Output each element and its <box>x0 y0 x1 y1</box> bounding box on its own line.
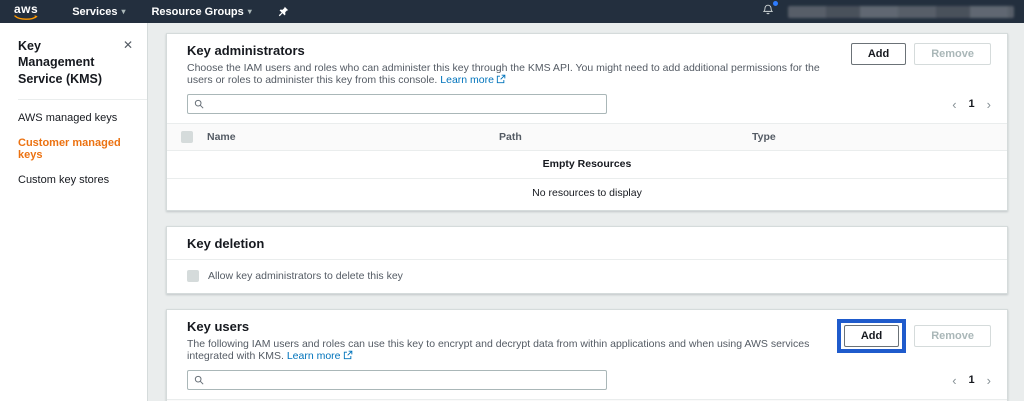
page-next-icon[interactable]: › <box>987 373 991 388</box>
administrators-search-box[interactable] <box>187 94 607 114</box>
sidebar-item-customer-managed-keys[interactable]: Customer managed keys <box>18 137 147 161</box>
key-users-description-text: The following IAM users and roles can us… <box>187 338 809 362</box>
nav-services-menu[interactable]: Services ▾ <box>72 6 125 18</box>
pinned-shortcut-icon[interactable] <box>278 6 289 17</box>
allow-delete-checkbox[interactable] <box>187 270 199 282</box>
allow-delete-label: Allow key administrators to delete this … <box>208 270 403 282</box>
add-button-highlight-annotation: Add <box>837 319 906 353</box>
key-deletion-card: Key deletion Allow key administrators to… <box>166 226 1008 294</box>
key-administrators-head-text: Key administrators Choose the IAM users … <box>187 43 839 87</box>
key-users-card: Key users The following IAM users and ro… <box>166 309 1008 401</box>
account-name-redacted[interactable] <box>788 6 1014 18</box>
add-users-button[interactable]: Add <box>844 325 899 347</box>
nav-resource-groups-label: Resource Groups <box>151 6 243 18</box>
remove-users-button: Remove <box>914 325 991 347</box>
nav-right-group <box>762 3 1014 21</box>
pushpin-icon <box>278 6 289 17</box>
main-content: Key administrators Choose the IAM users … <box>148 23 1024 401</box>
administrators-search-input[interactable] <box>209 98 600 110</box>
users-pagination: ‹ 1 › <box>952 373 991 388</box>
empty-resources-title: Empty Resources <box>167 151 1007 179</box>
key-users-title: Key users <box>187 319 825 334</box>
search-icon <box>194 99 204 109</box>
sidebar-title: Key Management Service (KMS) <box>18 38 114 87</box>
search-icon <box>194 375 204 385</box>
users-search-box[interactable] <box>187 370 607 390</box>
users-page-number[interactable]: 1 <box>969 374 975 386</box>
chevron-down-icon: ▾ <box>121 7 125 16</box>
add-administrators-button[interactable]: Add <box>851 43 906 65</box>
learn-more-link[interactable]: Learn more <box>287 350 341 362</box>
page-next-icon[interactable]: › <box>987 97 991 112</box>
nav-services-label: Services <box>72 6 117 18</box>
sidebar-divider <box>18 99 147 100</box>
kms-sidebar: Key Management Service (KMS) ✕ AWS manag… <box>0 23 148 401</box>
notification-badge <box>773 1 778 6</box>
empty-resources-subtitle: No resources to display <box>167 179 1007 210</box>
administrators-table: Name Path Type Empty Resources No resour… <box>167 123 1007 210</box>
column-header-name: Name <box>207 131 499 143</box>
select-all-checkbox <box>181 131 193 143</box>
column-header-path: Path <box>499 131 752 143</box>
sidebar-item-aws-managed-keys[interactable]: AWS managed keys <box>18 112 147 124</box>
external-link-icon <box>496 74 506 87</box>
remove-administrators-button: Remove <box>914 43 991 65</box>
aws-logo[interactable]: aws <box>14 3 38 21</box>
sidebar-item-custom-key-stores[interactable]: Custom key stores <box>18 174 147 186</box>
chevron-down-icon: ▾ <box>248 7 252 16</box>
page-prev-icon[interactable]: ‹ <box>952 373 956 388</box>
key-administrators-description: Choose the IAM users and roles who can a… <box>187 62 839 87</box>
administrators-page-number[interactable]: 1 <box>969 98 975 110</box>
close-icon[interactable]: ✕ <box>123 38 133 52</box>
key-administrators-title: Key administrators <box>187 43 839 58</box>
key-administrators-card: Key administrators Choose the IAM users … <box>166 33 1008 211</box>
aws-smile-icon <box>14 15 38 21</box>
external-link-icon <box>343 350 353 363</box>
key-users-head-text: Key users The following IAM users and ro… <box>187 319 825 363</box>
nav-resource-groups-menu[interactable]: Resource Groups ▾ <box>151 6 251 18</box>
administrators-pagination: ‹ 1 › <box>952 97 991 112</box>
top-navigation-bar: aws Services ▾ Resource Groups ▾ <box>0 0 1024 23</box>
key-deletion-title: Key deletion <box>187 236 987 251</box>
page-prev-icon[interactable]: ‹ <box>952 97 956 112</box>
notifications-button[interactable] <box>762 3 774 21</box>
aws-logo-text: aws <box>14 3 38 15</box>
administrators-table-header: Name Path Type <box>167 124 1007 151</box>
key-users-description: The following IAM users and roles can us… <box>187 338 825 363</box>
column-header-type: Type <box>752 131 1007 143</box>
learn-more-link[interactable]: Learn more <box>440 74 494 86</box>
users-search-input[interactable] <box>209 374 600 386</box>
